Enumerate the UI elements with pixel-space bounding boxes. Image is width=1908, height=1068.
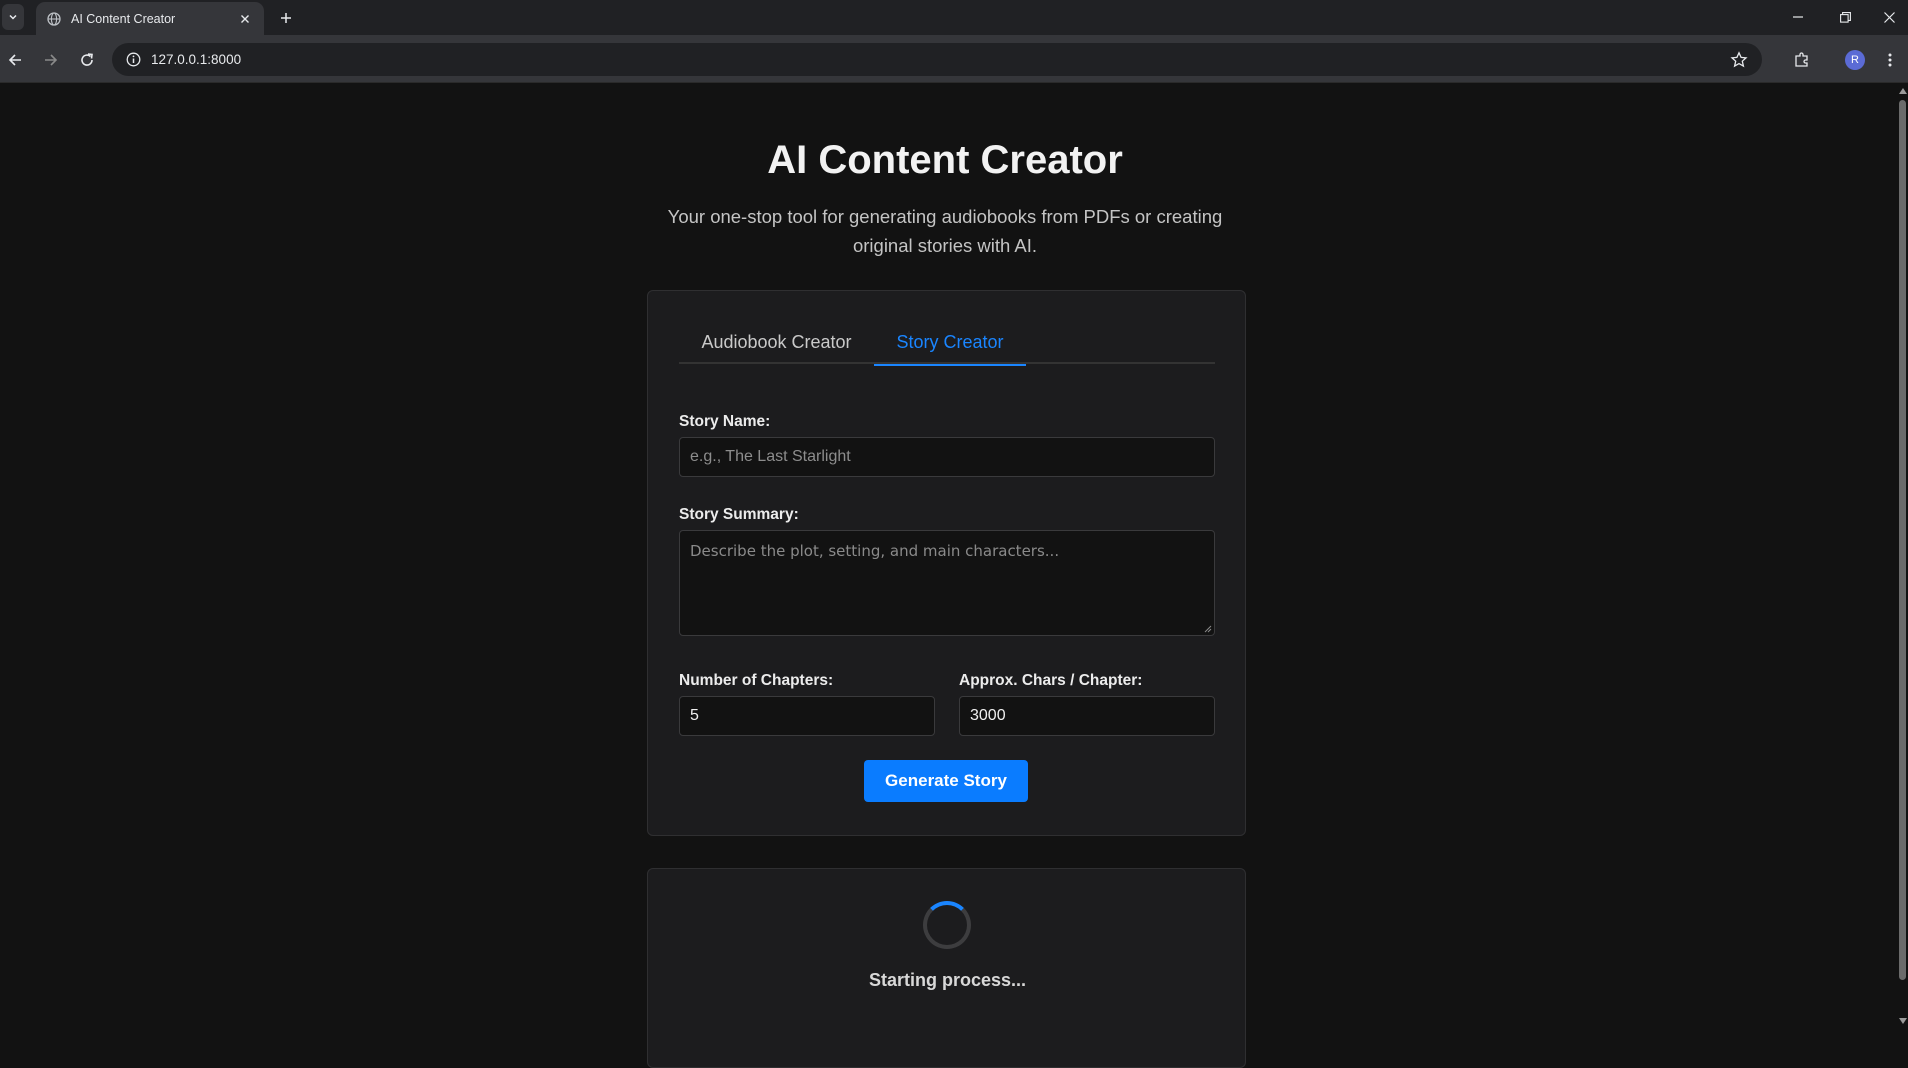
tab-search-button[interactable] (2, 4, 24, 30)
profile-avatar[interactable]: R (1845, 50, 1865, 70)
page-content: AI Content Creator Your one-stop tool fo… (0, 84, 1897, 1068)
status-message: Starting process... (868, 970, 1027, 990)
reload-button[interactable] (73, 46, 101, 74)
extensions-button[interactable] (1790, 48, 1814, 72)
restore-button[interactable] (1822, 0, 1868, 34)
browser-tabstrip: AI Content Creator (0, 0, 1908, 35)
globe-icon (46, 11, 61, 26)
page-title: AI Content Creator (767, 138, 1123, 182)
page-subtitle: Your one-stop tool for generating audiob… (667, 206, 1223, 256)
bookmark-star-icon[interactable] (1730, 51, 1748, 69)
address-bar[interactable]: 127.0.0.1:8000 (112, 43, 1762, 76)
browser-toolbar: 127.0.0.1:8000 R (0, 35, 1908, 83)
tab-story-creator[interactable]: Story Creator (874, 321, 1026, 366)
close-icon (1883, 11, 1895, 23)
status-card: Starting process... (647, 868, 1246, 1068)
chevron-down-icon (9, 14, 17, 20)
story-name-input[interactable] (679, 437, 1215, 477)
tab-audiobook-creator[interactable]: Audiobook Creator (679, 321, 874, 364)
close-window-button[interactable] (1866, 0, 1908, 34)
chars-per-chapter-label: Approx. Chars / Chapter: (959, 672, 1143, 689)
more-vert-icon (1888, 53, 1892, 67)
chapters-label: Number of Chapters: (679, 672, 834, 689)
tab-title: AI Content Creator (71, 11, 176, 26)
story-name-label: Story Name: (679, 413, 771, 430)
minimize-button[interactable] (1775, 0, 1821, 34)
new-tab-button[interactable] (275, 7, 297, 29)
mode-tabs: Audiobook Creator Story Creator (679, 321, 1215, 366)
story-creator-card: Audiobook Creator Story Creator Story Na… (647, 290, 1246, 836)
arrow-right-icon (45, 54, 58, 66)
back-button[interactable] (1, 46, 29, 74)
loading-spinner-icon (923, 901, 971, 949)
resize-grip-icon[interactable] (1204, 625, 1212, 633)
puzzle-icon (1795, 52, 1808, 67)
url-text: 127.0.0.1:8000 (151, 52, 242, 67)
reload-icon (81, 53, 93, 66)
scroll-up-icon[interactable] (1899, 88, 1907, 94)
minimize-icon (1793, 16, 1803, 18)
forward-button[interactable] (37, 46, 65, 74)
browser-menu-button[interactable] (1880, 48, 1900, 72)
arrow-left-icon (8, 54, 21, 66)
close-tab-icon[interactable] (236, 10, 254, 28)
story-summary-label: Story Summary: (679, 506, 799, 523)
chapters-input[interactable] (679, 696, 935, 736)
browser-tab[interactable]: AI Content Creator (36, 2, 264, 35)
page-scrollbar[interactable] (1897, 84, 1908, 1029)
plus-icon (281, 13, 291, 23)
story-summary-textarea[interactable] (679, 530, 1215, 636)
scroll-thumb[interactable] (1899, 100, 1906, 980)
restore-icon (1839, 11, 1851, 23)
site-info-icon[interactable] (126, 52, 141, 67)
chars-per-chapter-input[interactable] (959, 696, 1215, 736)
scroll-down-icon[interactable] (1899, 1018, 1907, 1024)
generate-story-button[interactable]: Generate Story (864, 760, 1028, 802)
